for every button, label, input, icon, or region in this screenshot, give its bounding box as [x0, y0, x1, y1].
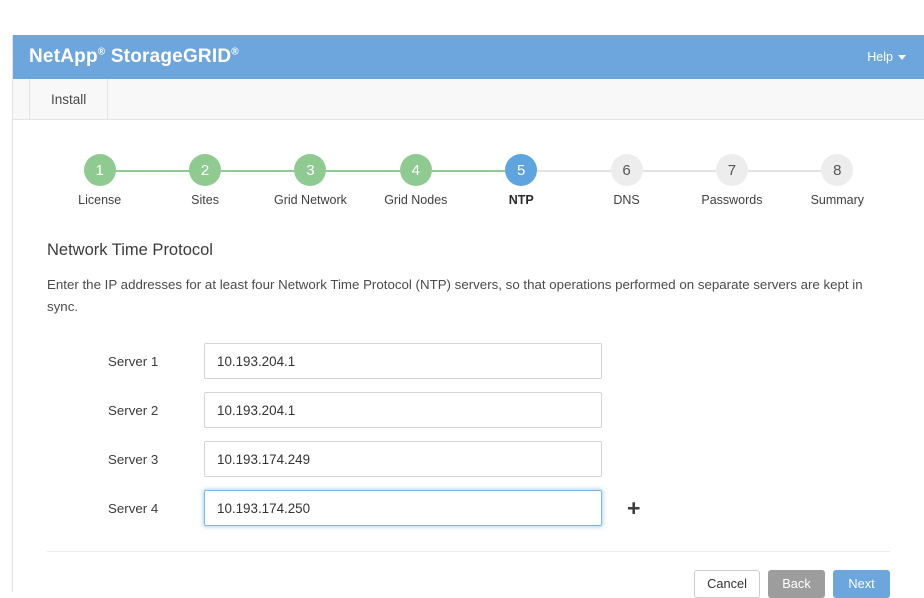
- page-description: Enter the IP addresses for at least four…: [47, 274, 887, 317]
- tab-install[interactable]: Install: [30, 79, 108, 119]
- next-button[interactable]: Next: [833, 570, 890, 598]
- step-grid-nodes[interactable]: 4 Grid Nodes: [363, 154, 468, 207]
- ntp-server-label: Server 3: [108, 452, 204, 467]
- step-label: Passwords: [701, 193, 762, 207]
- plus-icon[interactable]: +: [627, 497, 640, 520]
- step-summary[interactable]: 8 Summary: [785, 154, 890, 207]
- step-label: Summary: [811, 193, 864, 207]
- step-circle: 7: [716, 154, 748, 186]
- ntp-server-3-input[interactable]: [204, 441, 602, 477]
- step-passwords[interactable]: 7 Passwords: [679, 154, 784, 207]
- ntp-server-form: Server 1 Server 2 Server 3 Server 4 +: [47, 343, 890, 526]
- step-dns[interactable]: 6 DNS: [574, 154, 679, 207]
- step-label: Grid Network: [274, 193, 347, 207]
- brand-name: NetApp: [29, 46, 98, 67]
- ntp-server-1-input[interactable]: [204, 343, 602, 379]
- step-circle: 6: [611, 154, 643, 186]
- step-license[interactable]: 1 License: [47, 154, 152, 207]
- page-title: Network Time Protocol: [47, 241, 890, 260]
- app-header: NetApp® StorageGRID® Help: [13, 35, 924, 79]
- step-label: Sites: [191, 193, 219, 207]
- step-ntp[interactable]: 5 NTP: [469, 154, 574, 207]
- brand-logo: NetApp® StorageGRID®: [29, 46, 239, 68]
- step-label: License: [78, 193, 121, 207]
- navbar-left-spacer: [13, 79, 30, 119]
- step-circle: 8: [821, 154, 853, 186]
- step-label: NTP: [509, 193, 534, 207]
- brand-registered-mark-2: ®: [231, 47, 239, 58]
- step-label: Grid Nodes: [384, 193, 447, 207]
- step-grid-network[interactable]: 3 Grid Network: [258, 154, 363, 207]
- chevron-down-icon: [898, 55, 906, 60]
- ntp-server-row: Server 4 +: [47, 490, 890, 526]
- ntp-server-row: Server 2: [47, 392, 890, 428]
- brand-product: StorageGRID: [111, 46, 231, 67]
- main-content: Network Time Protocol Enter the IP addre…: [13, 241, 924, 526]
- cancel-button[interactable]: Cancel: [694, 570, 760, 598]
- ntp-server-row: Server 3: [47, 441, 890, 477]
- back-button[interactable]: Back: [768, 570, 825, 598]
- ntp-server-label: Server 2: [108, 403, 204, 418]
- application-window: NetApp® StorageGRID® Help Install 1Licen…: [12, 35, 924, 592]
- ntp-server-2-input[interactable]: [204, 392, 602, 428]
- step-circle: 5: [505, 154, 537, 186]
- ntp-server-label: Server 1: [108, 354, 204, 369]
- step-circle: 2: [189, 154, 221, 186]
- secondary-navbar: Install: [13, 79, 924, 120]
- help-menu-label: Help: [867, 50, 893, 64]
- step-sites[interactable]: 2 Sites: [152, 154, 257, 207]
- step-circle: 3: [294, 154, 326, 186]
- brand-registered-mark-1: ®: [98, 47, 106, 58]
- install-stepper: 1 License 2 Sites 3 Grid Network 4 Grid Nodes 5 N…: [47, 154, 890, 207]
- help-menu-button[interactable]: Help: [867, 50, 906, 64]
- step-circle: 1: [84, 154, 116, 186]
- step-label: DNS: [613, 193, 639, 207]
- ntp-server-label: Server 4: [108, 501, 204, 516]
- ntp-server-row: Server 1: [47, 343, 890, 379]
- tab-install-label: Install: [51, 92, 86, 107]
- footer-divider: [47, 551, 890, 552]
- ntp-server-4-input[interactable]: [204, 490, 602, 526]
- footer-actions: Cancel Back Next: [47, 570, 890, 598]
- step-circle: 4: [400, 154, 432, 186]
